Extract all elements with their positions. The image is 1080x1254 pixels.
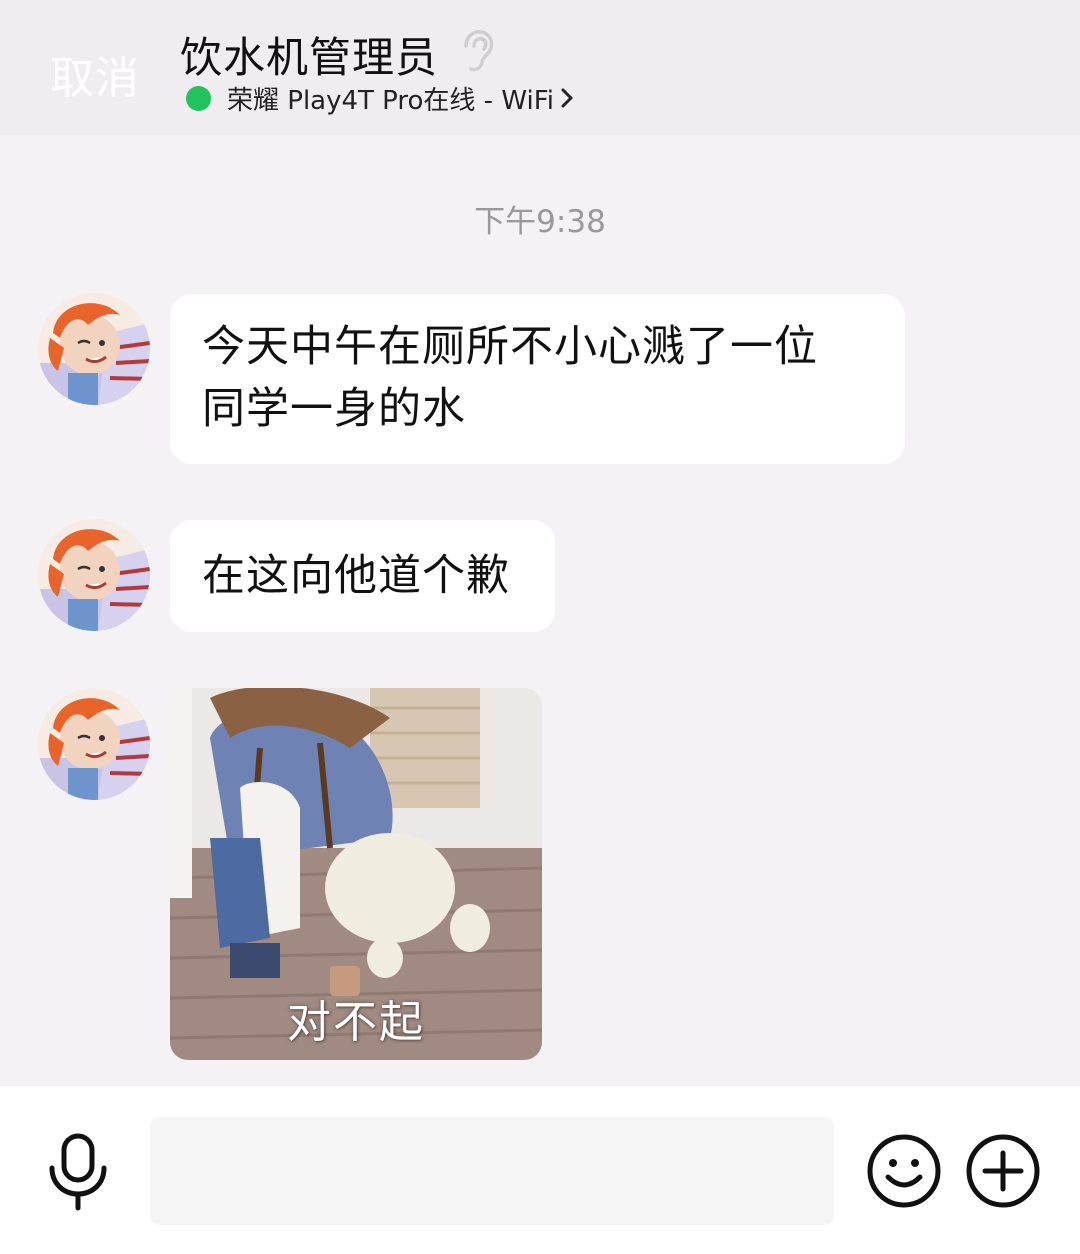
message-text-line: 今天中午在厕所不小心溅了一位: [202, 322, 818, 372]
message-text: 在这向他道个歉: [202, 551, 510, 601]
chat-title[interactable]: 饮水机管理员: [180, 24, 438, 85]
message-bubble[interactable]: 今天中午在厕所不小心溅了一位 同学一身的水: [170, 294, 905, 464]
sticker-image[interactable]: 对不起: [170, 688, 542, 1060]
emoji-icon[interactable]: [866, 1133, 942, 1209]
online-status-dot: [186, 85, 211, 111]
device-status-text: 荣耀 Play4T Pro在线 - WiFi: [227, 85, 554, 116]
sender-avatar[interactable]: [38, 519, 150, 631]
message-bubble[interactable]: 在这向他道个歉: [170, 520, 555, 632]
message-text-line: 同学一身的水: [202, 384, 466, 434]
cancel-button[interactable]: 取消: [50, 42, 140, 106]
device-status[interactable]: 荣耀 Play4T Pro在线 - WiFi: [186, 80, 574, 116]
message-input[interactable]: [150, 1117, 834, 1225]
ear-icon[interactable]: [456, 28, 496, 74]
sender-avatar[interactable]: [38, 293, 150, 405]
message-timestamp: 下午9:38: [474, 204, 606, 240]
chat-header: 取消 饮水机管理员 荣耀 Play4T Pro在线 - WiFi: [0, 0, 1080, 135]
plus-icon[interactable]: [965, 1133, 1041, 1209]
sticker-caption: 对不起: [287, 997, 425, 1048]
sender-avatar[interactable]: [38, 688, 150, 800]
microphone-icon[interactable]: [40, 1132, 116, 1212]
chevron-right-icon: [561, 88, 573, 108]
input-bar: [0, 1086, 1080, 1254]
